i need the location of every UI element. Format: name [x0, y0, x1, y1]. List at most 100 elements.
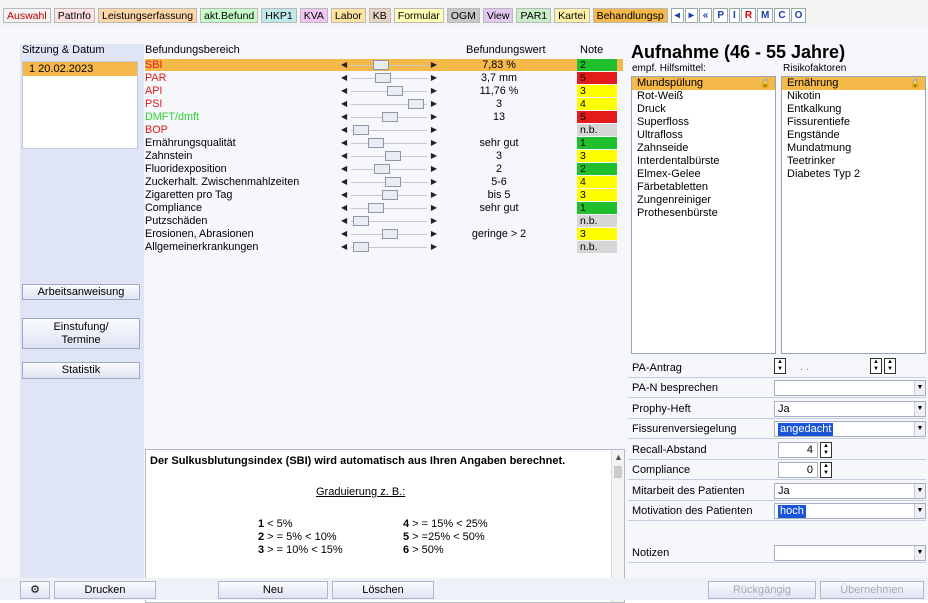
slider-thumb[interactable] [353, 216, 370, 226]
tab-ctrl-3[interactable]: P [713, 8, 729, 23]
slider-right-icon[interactable]: ▶ [431, 151, 437, 161]
tab-10[interactable]: View [482, 8, 514, 23]
dropdown-field[interactable]: Ja ▼ [774, 483, 926, 499]
slider-thumb[interactable] [387, 86, 403, 96]
slider-thumb[interactable] [367, 203, 384, 213]
tab-4[interactable]: HKP1 [261, 8, 297, 23]
dropdown-field[interactable]: hoch ▼ [774, 503, 926, 519]
befund-row[interactable]: DMFT/dmft ◀ ▶ 13 5 [145, 111, 623, 123]
chevron-down-icon[interactable]: ▼ [914, 422, 925, 436]
undo-button[interactable]: Rückgängig [708, 581, 816, 599]
arbeitsanweisung-button[interactable]: Arbeitsanweisung [22, 284, 140, 300]
slider-thumb[interactable] [385, 151, 402, 161]
slider-right-icon[interactable]: ▶ [431, 190, 437, 200]
befund-slider[interactable]: ◀ ▶ [341, 73, 437, 83]
befund-slider[interactable]: ◀ ▶ [341, 242, 437, 252]
slider-left-icon[interactable]: ◀ [341, 229, 347, 239]
tab-ctrl-8[interactable]: O [790, 8, 807, 23]
dropdown-field[interactable]: Ja ▼ [774, 401, 926, 417]
befund-row[interactable]: BOP ◀ ▶ n.b. [145, 124, 623, 136]
slider-right-icon[interactable]: ▶ [431, 60, 437, 70]
hilfsmittel-item[interactable]: Zahnseide [632, 142, 775, 155]
date-spin-icon[interactable]: ▲ ▼ [774, 358, 786, 374]
apply-button[interactable]: Übernehmen [820, 581, 924, 599]
slider-thumb[interactable] [382, 190, 399, 200]
dropdown-field[interactable]: ▼ [774, 545, 926, 561]
slider-left-icon[interactable]: ◀ [341, 242, 347, 252]
spin-arrows-icon[interactable]: ▲ ▼ [820, 462, 832, 478]
tab-ctrl-7[interactable]: C [774, 8, 790, 23]
slider-left-icon[interactable]: ◀ [341, 112, 347, 122]
slider-right-icon[interactable]: ▶ [431, 125, 437, 135]
befund-slider[interactable]: ◀ ▶ [341, 229, 437, 239]
befund-slider[interactable]: ◀ ▶ [341, 138, 437, 148]
slider-thumb[interactable] [408, 99, 424, 109]
tab-2[interactable]: Leistungserfassung [97, 8, 198, 23]
tab-1[interactable]: PatInfo [53, 8, 95, 23]
hilfsmittel-item[interactable]: Zungenreiniger [632, 194, 775, 207]
slider-right-icon[interactable]: ▶ [431, 216, 437, 226]
slider-left-icon[interactable]: ◀ [341, 73, 347, 83]
slider-right-icon[interactable]: ▶ [431, 229, 437, 239]
slider-right-icon[interactable]: ▶ [431, 73, 437, 83]
tab-ctrl-2[interactable]: « [698, 8, 713, 23]
befund-slider[interactable]: ◀ ▶ [341, 190, 437, 200]
tab-7[interactable]: KB [368, 8, 391, 23]
slider-thumb[interactable] [382, 112, 399, 122]
befund-row[interactable]: Zahnstein ◀ ▶ 3 3 [145, 150, 623, 162]
befund-row[interactable]: Fluoridexposition ◀ ▶ 2 2 [145, 163, 623, 175]
risiko-item[interactable]: Entkalkung [782, 103, 925, 116]
slider-thumb[interactable] [382, 229, 399, 239]
chevron-down-icon[interactable]: ▼ [914, 381, 925, 395]
chevron-down-icon[interactable]: ▼ [914, 504, 925, 518]
delete-button[interactable]: Löschen [332, 581, 434, 599]
dropdown-field[interactable]: ▼ [774, 380, 926, 396]
spin-input[interactable]: 0 [778, 462, 818, 478]
tab-ctrl-0[interactable]: ◂ [670, 8, 684, 23]
befund-row[interactable]: Ernährungsqualität ◀ ▶ sehr gut 1 [145, 137, 623, 149]
slider-left-icon[interactable]: ◀ [341, 216, 347, 226]
einstufung-termine-button[interactable]: Einstufung/ Termine [22, 318, 140, 349]
befund-row[interactable]: PAR ◀ ▶ 3,7 mm 5 [145, 72, 623, 84]
befund-slider[interactable]: ◀ ▶ [341, 125, 437, 135]
slider-right-icon[interactable]: ▶ [431, 164, 437, 174]
slider-right-icon[interactable]: ▶ [431, 86, 437, 96]
slider-right-icon[interactable]: ▶ [431, 138, 437, 148]
risiko-item[interactable]: Mundatmung [782, 142, 925, 155]
chevron-down-icon[interactable]: ▼ [914, 484, 925, 498]
hilfsmittel-item[interactable]: Ultrafloss [632, 129, 775, 142]
new-button[interactable]: Neu [218, 581, 328, 599]
chevron-down-icon[interactable]: ▼ [914, 402, 925, 416]
slider-right-icon[interactable]: ▶ [431, 242, 437, 252]
slider-thumb[interactable] [367, 138, 384, 148]
slider-left-icon[interactable]: ◀ [341, 203, 347, 213]
befund-slider[interactable]: ◀ ▶ [341, 86, 437, 96]
tab-ctrl-6[interactable]: M [757, 8, 774, 23]
befund-slider[interactable]: ◀ ▶ [341, 177, 437, 187]
tab-12[interactable]: Kartei [554, 8, 590, 23]
slider-left-icon[interactable]: ◀ [341, 151, 347, 161]
tab-0[interactable]: Auswahl [3, 8, 51, 23]
session-item[interactable]: 1 20.02.2023 [23, 62, 137, 76]
befund-row[interactable]: Erosionen, Abrasionen ◀ ▶ geringe > 23 [145, 228, 623, 240]
hilfsmittel-item[interactable]: Rot-Weiß [632, 90, 775, 103]
slider-left-icon[interactable]: ◀ [341, 164, 347, 174]
slider-left-icon[interactable]: ◀ [341, 177, 347, 187]
befund-row[interactable]: Compliance ◀ ▶ sehr gut 1 [145, 202, 623, 214]
befund-row[interactable]: API ◀ ▶ 11,76 % 3 [145, 85, 623, 97]
risiko-item[interactable]: Diabetes Typ 2 [782, 168, 925, 181]
tab-9[interactable]: OGM [446, 8, 480, 23]
befund-row[interactable]: Zuckerhalt. Zwischenmahlzeiten ◀ ▶ 5-6 4 [145, 176, 623, 188]
statistik-button[interactable]: Statistik [22, 362, 140, 379]
risiko-item[interactable]: Ernährung 🔒 [782, 77, 925, 90]
hilfsmittel-item[interactable]: Druck [632, 103, 775, 116]
befund-row[interactable]: Allgemeinerkrankungen ◀ ▶ n.b. [145, 241, 623, 253]
befund-slider[interactable]: ◀ ▶ [341, 99, 437, 109]
slider-left-icon[interactable]: ◀ [341, 125, 347, 135]
scroll-up-icon[interactable]: ▲ [614, 452, 623, 462]
hilfsmittel-item[interactable]: Prothesenbürste [632, 207, 775, 220]
tab-6[interactable]: Labor [330, 8, 366, 23]
tab-11[interactable]: PAR1 [516, 8, 552, 23]
hilfsmittel-item[interactable]: Elmex-Gelee [632, 168, 775, 181]
befund-slider[interactable]: ◀ ▶ [341, 112, 437, 122]
